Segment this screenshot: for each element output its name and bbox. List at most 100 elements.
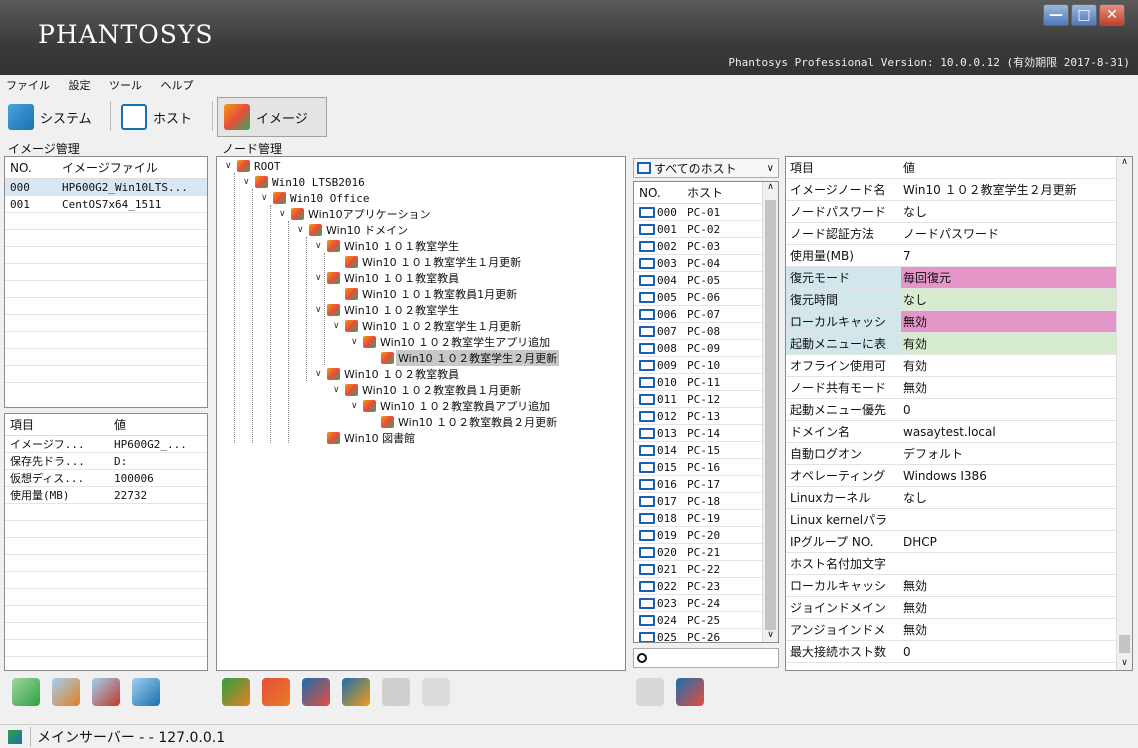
tree-node[interactable]: ∨ Win10 Office [261, 190, 371, 206]
host-row[interactable]: 010 PC-11 [634, 374, 778, 391]
table-row[interactable]: 000 HP600G2_Win10LTS... [5, 179, 207, 196]
host-row[interactable]: 003 PC-04 [634, 255, 778, 272]
col-no[interactable]: NO. [5, 161, 57, 175]
host-row[interactable]: 000 PC-01 [634, 204, 778, 221]
host-row[interactable]: 006 PC-07 [634, 306, 778, 323]
host-row[interactable]: 020 PC-21 [634, 544, 778, 561]
chevron-down-icon[interactable]: ∨ [315, 305, 325, 315]
tree-node[interactable]: Win10 １０１教室学生１月更新 [333, 254, 523, 270]
host-action-icon[interactable] [676, 678, 704, 706]
host-search-input[interactable] [633, 648, 779, 668]
tree-node[interactable]: ∨ Win10 LTSB2016 [243, 174, 367, 190]
prop-row[interactable]: イメージノード名 Win10 １０２教室学生２月更新 [786, 179, 1132, 201]
tab-host[interactable]: ホスト [115, 97, 198, 137]
scroll-up-icon[interactable]: ∧ [763, 182, 778, 192]
tree-node[interactable]: ∨ Win10 ドメイン [297, 222, 410, 238]
tree-node[interactable]: ∨ Win10 １０１教室学生 [315, 238, 461, 254]
prop-row[interactable]: 復元時間 なし [786, 289, 1132, 311]
col-image-file[interactable]: イメージファイル [57, 159, 207, 176]
prop-row[interactable]: オペレーティング Windows I386 [786, 465, 1132, 487]
tree-node[interactable]: ∨ Win10アプリケーション [279, 206, 432, 222]
host-row[interactable]: 019 PC-20 [634, 527, 778, 544]
props-scrollbar[interactable]: ∧ ∨ [1116, 157, 1132, 670]
host-row[interactable]: 007 PC-08 [634, 323, 778, 340]
tree-node[interactable]: Win10 １０２教室教員２月更新 [369, 414, 559, 430]
tree-node[interactable]: ∨ Win10 １０２教室教員１月更新 [333, 382, 523, 398]
tree-node[interactable]: ∨ Win10 １０２教室学生 [315, 302, 461, 318]
host-row[interactable]: 008 PC-09 [634, 340, 778, 357]
host-row[interactable]: 016 PC-17 [634, 476, 778, 493]
chevron-down-icon[interactable]: ∨ [279, 209, 289, 219]
chevron-down-icon[interactable]: ∨ [333, 321, 343, 331]
prop-row[interactable]: ローカルキャッシ 無効 [786, 575, 1132, 597]
host-row[interactable]: 004 PC-05 [634, 272, 778, 289]
chevron-down-icon[interactable]: ∨ [225, 161, 235, 171]
tree-node-root[interactable]: ∨ ROOT [225, 158, 283, 174]
host-row[interactable]: 015 PC-16 [634, 459, 778, 476]
host-row[interactable]: 012 PC-13 [634, 408, 778, 425]
tree-node[interactable]: ∨ Win10 １０１教室教員 [315, 270, 461, 286]
tree-node[interactable]: ∨ Win10 １０２教室学生アプリ追加 [351, 334, 552, 350]
host-row[interactable]: 005 PC-06 [634, 289, 778, 306]
host-filter-select[interactable]: すべてのホスト ∨ [633, 158, 779, 178]
menu-file[interactable]: ファイル [0, 75, 59, 93]
host-list-scrollbar[interactable]: ∧ ∨ [762, 182, 778, 642]
add-node-icon[interactable] [222, 678, 250, 706]
host-row[interactable]: 023 PC-24 [634, 595, 778, 612]
host-row[interactable]: 017 PC-18 [634, 493, 778, 510]
prop-row[interactable]: ホスト名付加文字 [786, 553, 1132, 575]
chevron-down-icon[interactable]: ∨ [297, 225, 307, 235]
close-button[interactable]: ✕ [1099, 4, 1125, 26]
prop-row[interactable]: ノード認証方法 ノードパスワード [786, 223, 1132, 245]
prop-row[interactable]: ノードパスワード なし [786, 201, 1132, 223]
prop-row[interactable]: 起動メニューに表 有効 [786, 333, 1132, 355]
host-row[interactable]: 022 PC-23 [634, 578, 778, 595]
tab-image[interactable]: イメージ [217, 97, 327, 137]
prop-row[interactable]: ローカルキャッシ 無効 [786, 311, 1132, 333]
prop-row[interactable]: ドメイン名 wasaytest.local [786, 421, 1132, 443]
chevron-down-icon[interactable]: ∨ [333, 385, 343, 395]
host-row[interactable]: 014 PC-15 [634, 442, 778, 459]
chevron-down-icon[interactable]: ∨ [315, 369, 325, 379]
prop-row[interactable]: 復元モード 毎回復元 [786, 267, 1132, 289]
prop-row[interactable]: Linux kernelパラ [786, 509, 1132, 531]
tree-node[interactable]: Win10 １０１教室教員1月更新 [333, 286, 519, 302]
prop-row[interactable]: 使用量(MB) 7 [786, 245, 1132, 267]
tree-node[interactable]: ∨ Win10 １０２教室学生１月更新 [333, 318, 523, 334]
prop-row[interactable]: アンジョインドメ 無効 [786, 619, 1132, 641]
refresh-image-icon[interactable] [132, 678, 160, 706]
host-row[interactable]: 018 PC-19 [634, 510, 778, 527]
restore-node-icon[interactable] [302, 678, 330, 706]
maximize-button[interactable]: □ [1071, 4, 1097, 26]
delete-node-icon[interactable] [262, 678, 290, 706]
host-row[interactable]: 021 PC-22 [634, 561, 778, 578]
merge-node-icon[interactable] [342, 678, 370, 706]
tree-node[interactable]: Win10 図書館 [315, 430, 417, 446]
scroll-down-icon[interactable]: ∨ [1117, 658, 1132, 668]
scroll-down-icon[interactable]: ∨ [763, 630, 778, 640]
host-row[interactable]: 001 PC-02 [634, 221, 778, 238]
delete-image-icon[interactable] [92, 678, 120, 706]
host-row[interactable]: 002 PC-03 [634, 238, 778, 255]
menu-tools[interactable]: ツール [103, 75, 151, 93]
prop-row[interactable]: オフライン使用可 有効 [786, 355, 1132, 377]
add-image-icon[interactable] [12, 678, 40, 706]
col-host[interactable]: ホスト [682, 184, 752, 201]
tab-system[interactable]: システム [2, 97, 98, 137]
col-no[interactable]: NO. [634, 186, 682, 200]
tree-node[interactable]: ∨ Win10 １０２教室教員アプリ追加 [351, 398, 552, 414]
tree-node-selected[interactable]: Win10 １０２教室学生２月更新 [369, 350, 560, 366]
chevron-down-icon[interactable]: ∨ [351, 401, 361, 411]
table-row[interactable]: 001 CentOS7x64_1511 [5, 196, 207, 213]
prop-row[interactable]: 自動ログオン デフォルト [786, 443, 1132, 465]
minimize-button[interactable]: — [1043, 4, 1069, 26]
prop-row[interactable]: 起動メニュー優先 0 [786, 399, 1132, 421]
scroll-thumb[interactable] [765, 200, 776, 630]
chevron-down-icon[interactable]: ∨ [243, 177, 253, 187]
menu-settings[interactable]: 設定 [63, 75, 100, 93]
prop-row[interactable]: Linuxカーネル なし [786, 487, 1132, 509]
edit-image-icon[interactable] [52, 678, 80, 706]
prop-row[interactable]: ジョインドメイン 無効 [786, 597, 1132, 619]
chevron-down-icon[interactable]: ∨ [315, 273, 325, 283]
host-row[interactable]: 013 PC-14 [634, 425, 778, 442]
